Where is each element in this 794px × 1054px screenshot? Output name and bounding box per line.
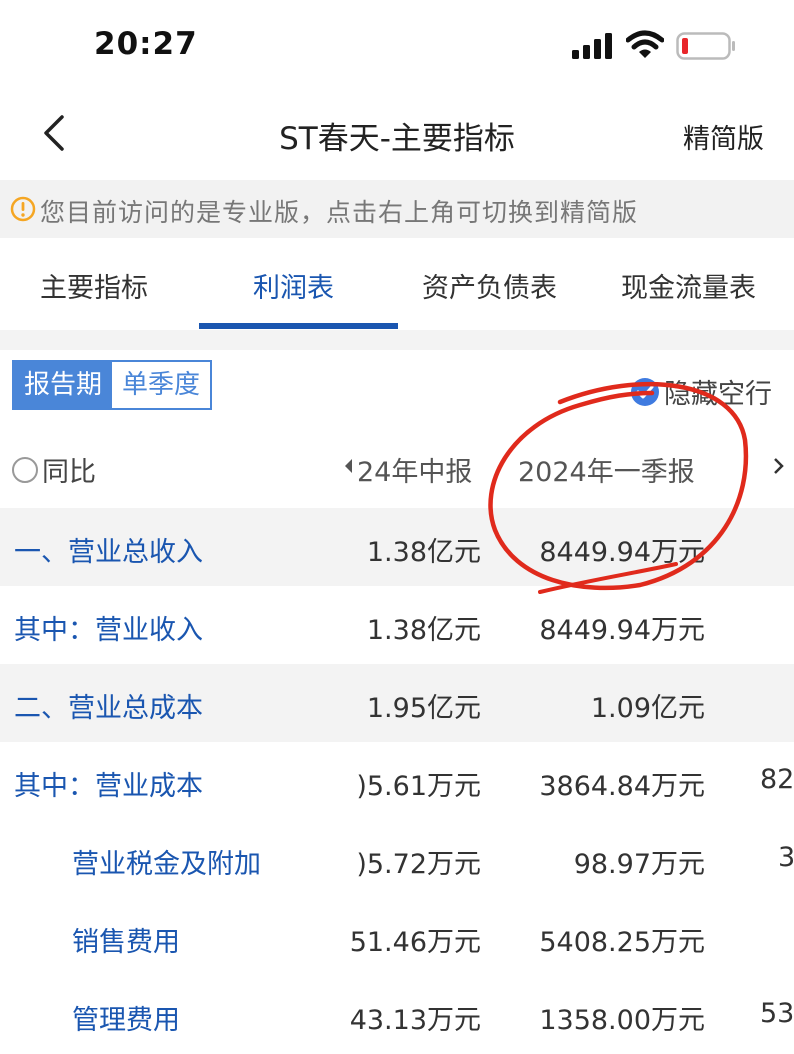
tab-cash-flow[interactable]: 现金流量表 [621, 266, 756, 305]
row-label: 管理费用 [72, 1005, 180, 1036]
row-label: 营业税金及附加 [72, 849, 261, 880]
table-row[interactable]: 其中：营业收入 1.38亿元 8449.94万元 [0, 586, 794, 664]
notice-text: 您目前访问的是专业版，点击右上角可切换到精简版 [40, 198, 639, 227]
status-bar: 20:27 [0, 0, 794, 95]
row-label: 二、营业总成本 [14, 693, 203, 724]
cell-2024-q1: 98.97万元 [573, 849, 705, 880]
page-title: ST春天-主要指标 [279, 121, 515, 157]
cell-next-period: 3 [778, 842, 794, 873]
scroll-left-icon[interactable] [343, 458, 353, 474]
signal-icon [572, 33, 612, 59]
table-row[interactable]: 营业税金及附加 )5.72万元 98.97万元 3 [0, 820, 794, 898]
seg-report-period[interactable]: 报告期 [14, 362, 113, 408]
cell-24-interim: 43.13万元 [349, 1005, 481, 1036]
table-row[interactable]: 管理费用 43.13万元 1358.00万元 53 [0, 976, 794, 1054]
column-header-2024-q1: 2024年一季报 [518, 457, 695, 488]
cell-2024-q1: 3864.84万元 [539, 771, 705, 802]
cell-2024-q1: 1.09亿元 [590, 693, 705, 724]
checkmark-circle-icon [631, 377, 659, 406]
nav-bar: ST春天-主要指标 精简版 [0, 95, 794, 180]
cell-24-interim: 51.46万元 [349, 927, 481, 958]
filter-bar: 报告期 单季度 隐藏空行 [0, 350, 794, 423]
seg-single-quarter[interactable]: 单季度 [112, 362, 211, 408]
row-label: 销售费用 [72, 927, 180, 958]
table-row[interactable]: 二、营业总成本 1.95亿元 1.09亿元 [0, 664, 794, 742]
active-tab-indicator [199, 323, 398, 329]
status-time: 20:27 [94, 26, 198, 62]
table-header: 同比 24年中报 2024年一季报 [0, 422, 794, 508]
row-label: 其中：营业成本 [14, 771, 203, 802]
column-header-24-interim: 24年中报 [357, 457, 473, 488]
cell-2024-q1: 8449.94万元 [539, 615, 705, 646]
simple-version-button[interactable]: 精简版 [683, 117, 764, 156]
row-label: 其中：营业收入 [14, 615, 203, 646]
table-row[interactable]: 其中：营业成本 )5.61万元 3864.84万元 82 [0, 742, 794, 820]
tab-main-indicators[interactable]: 主要指标 [40, 266, 148, 305]
yoy-label: 同比 [42, 457, 96, 488]
hide-empty-rows-label: 隐藏空行 [664, 379, 772, 410]
table-row[interactable]: 销售费用 51.46万元 5408.25万元 [0, 898, 794, 976]
row-label: 一、营业总收入 [14, 537, 203, 568]
cell-2024-q1: 5408.25万元 [539, 927, 705, 958]
section-divider [0, 330, 794, 350]
battery-icon [676, 32, 735, 60]
tab-bar: 主要指标 利润表 资产负债表 现金流量表 [0, 238, 794, 330]
table-row[interactable]: 一、营业总收入 1.38亿元 8449.94万元 [0, 508, 794, 586]
cell-24-interim: 1.38亿元 [366, 537, 481, 568]
cell-2024-q1: 8449.94万元 [539, 537, 705, 568]
radio-button [12, 456, 38, 483]
cell-24-interim: )5.61万元 [356, 771, 481, 802]
cell-24-interim: 1.95亿元 [366, 693, 481, 724]
cell-2024-q1: 1358.00万元 [539, 1005, 705, 1036]
cell-24-interim: 1.38亿元 [366, 615, 481, 646]
period-segmented-control: 报告期 单季度 [12, 360, 213, 410]
cell-24-interim: )5.72万元 [356, 849, 481, 880]
notice-bar: 您目前访问的是专业版，点击右上角可切换到精简版 [0, 180, 794, 238]
warning-icon [10, 196, 36, 222]
yoy-toggle[interactable]: 同比 [12, 450, 96, 489]
cell-next-period: 53 [760, 998, 794, 1029]
scroll-right-icon[interactable] [774, 458, 788, 474]
cell-next-period: 82 [760, 764, 794, 795]
hide-empty-rows-toggle[interactable]: 隐藏空行 [630, 372, 772, 411]
tab-balance-sheet[interactable]: 资产负债表 [422, 266, 557, 305]
wifi-icon [626, 30, 664, 58]
tab-income-statement[interactable]: 利润表 [253, 266, 334, 305]
